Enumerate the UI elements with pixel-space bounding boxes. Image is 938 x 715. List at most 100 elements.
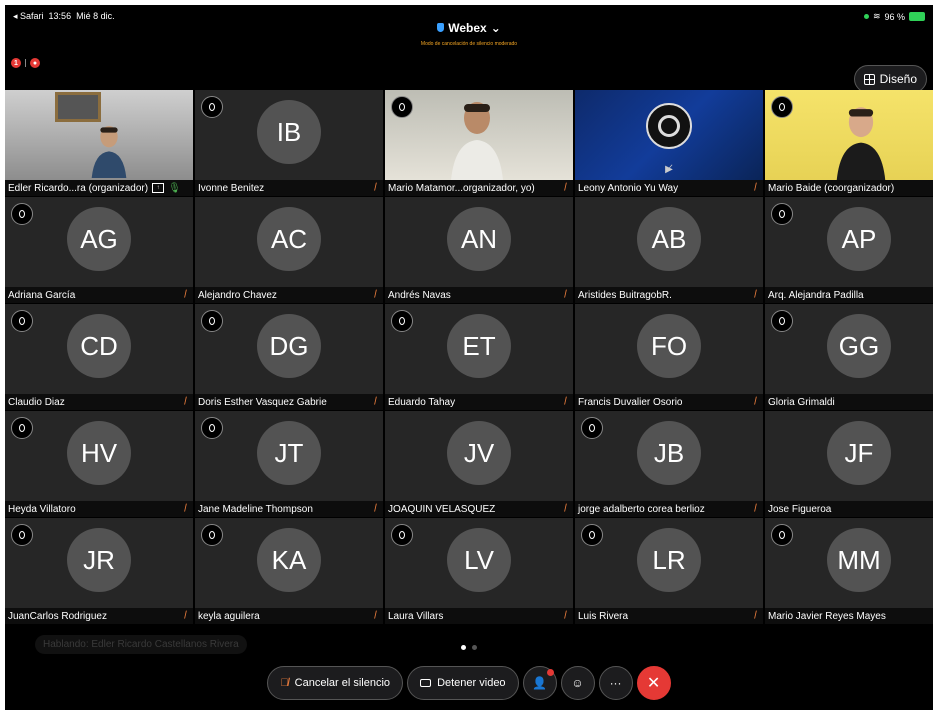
participant-tile[interactable]: JF Jose Figueroa [765, 411, 933, 517]
participant-tile[interactable]: JB jorge adalberto corea berlioz ⁄ [575, 411, 763, 517]
participant-tile[interactable]: AB Aristides BuitragobR. ⁄ [575, 197, 763, 303]
app-title-button[interactable]: Webex ⌄ [437, 21, 501, 35]
participant-tile[interactable]: GG Gloria Grimaldi [765, 304, 933, 410]
participant-tile[interactable]: JR JuanCarlos Rodriguez ⁄ [5, 518, 193, 624]
participant-name: Laura Villars [388, 610, 444, 622]
chevron-down-icon: ⌄ [490, 20, 501, 35]
participant-name-bar: Mario Matamor...organizador, yo) [385, 180, 573, 196]
participant-name-bar: JOAQUIN VELASQUEZ [385, 501, 573, 517]
participant-name-bar: Luis Rivera [575, 608, 763, 624]
participant-tile[interactable]: Mario Baide (coorganizador) [765, 90, 933, 196]
stop-video-button-label: Detener video [437, 677, 506, 689]
participant-tile[interactable]: Mario Matamor...organizador, yo) ⁄ [385, 90, 573, 196]
participant-tile[interactable]: ▶̸ Leony Antonio Yu Way ⁄ [575, 90, 763, 196]
meeting-indicators[interactable]: 1 ● [11, 58, 40, 68]
reaction-smiley-icon: ☺ [571, 676, 584, 690]
participant-avatar: LV [447, 528, 511, 592]
participant-name-bar: jorge adalberto corea berlioz [575, 501, 763, 517]
participant-name: jorge adalberto corea berlioz [578, 503, 705, 515]
hand-raise-icon [11, 203, 33, 225]
participant-avatar: LR [637, 528, 701, 592]
unmute-button[interactable]: 🎙̸ Cancelar el silencio [267, 666, 404, 700]
participant-avatar: KA [257, 528, 321, 592]
participant-avatar: JB [637, 421, 701, 485]
camera-icon [420, 679, 432, 687]
participant-name-bar: JuanCarlos Rodriguez [5, 608, 193, 624]
person-figure [91, 126, 127, 178]
participant-name-bar: Aristides BuitragobR. [575, 287, 763, 303]
hand-raise-icon [201, 96, 223, 118]
participants-notification-dot [546, 669, 554, 676]
participant-tile[interactable]: DG Doris Esther Vasquez Gabrie ⁄ [195, 304, 383, 410]
person-figure [836, 107, 886, 180]
grid-layout-icon [863, 73, 875, 85]
more-options-button[interactable]: ··· [598, 666, 633, 700]
participant-name: Heyda Villatoro [8, 503, 76, 515]
layout-button[interactable]: Diseño [853, 65, 927, 93]
participant-tile[interactable]: Edler Ricardo...ra (organizador) ↑ 🎙 [5, 90, 193, 196]
participant-name-bar: Francis Duvalier Osorio [575, 394, 763, 410]
hand-raise-icon [581, 417, 603, 439]
participant-avatar: JF [827, 421, 891, 485]
participant-avatar: AG [67, 207, 131, 271]
participant-video [5, 90, 193, 180]
participants-button[interactable]: 👤 [522, 666, 557, 700]
participant-name-bar: Laura Villars [385, 608, 573, 624]
page-indicator[interactable] [5, 645, 933, 650]
participant-avatar: ET [447, 314, 511, 378]
participant-name: Andrés Navas [388, 289, 451, 301]
participant-name-bar: Jose Figueroa [765, 501, 933, 517]
participant-tile[interactable]: AP Arq. Alejandra Padilla [765, 197, 933, 303]
hand-raise-icon [771, 310, 793, 332]
participant-avatar: IB [257, 100, 321, 164]
participant-name-bar: Claudio Diaz [5, 394, 193, 410]
participant-tile[interactable]: FO Francis Duvalier Osorio ⁄ [575, 304, 763, 410]
participant-name: Adriana García [8, 289, 76, 301]
participant-name: Francis Duvalier Osorio [578, 396, 683, 408]
participant-tile[interactable]: MM Mario Javier Reyes Mayes [765, 518, 933, 624]
participant-tile[interactable]: IB Ivonne Benitez ⁄ [195, 90, 383, 196]
participant-tile[interactable]: AC Alejandro Chavez ⁄ [195, 197, 383, 303]
participant-avatar: HV [67, 421, 131, 485]
hand-raise-icon [771, 96, 793, 118]
mic-active-icon: 🎙 [168, 182, 181, 194]
page-dot[interactable] [461, 645, 466, 650]
noise-mode-label: Modo de cancelación de silencio moderado [420, 41, 518, 47]
participant-tile[interactable]: JV JOAQUIN VELASQUEZ ⁄ [385, 411, 573, 517]
participant-avatar: AP [827, 207, 891, 271]
hand-raise-icon [391, 310, 413, 332]
participant-name: Claudio Diaz [8, 396, 65, 408]
participant-avatar: AC [257, 207, 321, 271]
participant-tile[interactable]: CD Claudio Diaz ⁄ [5, 304, 193, 410]
reactions-button[interactable]: ☺ [560, 666, 595, 700]
participant-name-bar: Jane Madeline Thompson [195, 501, 383, 517]
hand-raise-icon [581, 524, 603, 546]
participant-avatar: MM [827, 528, 891, 592]
stop-video-button[interactable]: Detener video [407, 666, 519, 700]
participant-name: Doris Esther Vasquez Gabrie [198, 396, 327, 408]
page-dot[interactable] [472, 645, 477, 650]
participant-name: Arq. Alejandra Padilla [768, 289, 864, 301]
participant-name: JuanCarlos Rodriguez [8, 610, 107, 622]
hand-raise-icon [11, 417, 33, 439]
participant-name-bar: Heyda Villatoro [5, 501, 193, 517]
participant-tile[interactable]: LV Laura Villars ⁄ [385, 518, 573, 624]
participant-tile[interactable]: HV Heyda Villatoro ⁄ [5, 411, 193, 517]
ellipsis-icon: ··· [609, 676, 622, 690]
participant-tile[interactable]: KA keyla aguilera ⁄ [195, 518, 383, 624]
participant-tile[interactable]: AG Adriana García ⁄ [5, 197, 193, 303]
meeting-header: Webex ⌄ Modo de cancelación de silencio … [5, 19, 933, 48]
participant-tile[interactable]: JT Jane Madeline Thompson ⁄ [195, 411, 383, 517]
meeting-controls: 🎙̸ Cancelar el silencio Detener video 👤 … [5, 666, 933, 700]
participant-video [385, 90, 573, 180]
leave-meeting-button[interactable]: ✕ [636, 666, 671, 700]
participant-name-bar: Adriana García [5, 287, 193, 303]
participant-tile[interactable]: AN Andrés Navas ⁄ [385, 197, 573, 303]
shield-icon [437, 23, 445, 32]
participant-tile[interactable]: ET Eduardo Tahay ⁄ [385, 304, 573, 410]
participant-tile[interactable]: LR Luis Rivera ⁄ [575, 518, 763, 624]
hand-raise-icon [391, 96, 413, 118]
close-icon: ✕ [646, 675, 661, 692]
participant-name-bar: Gloria Grimaldi [765, 394, 933, 410]
notification-count: 1 [11, 58, 21, 68]
